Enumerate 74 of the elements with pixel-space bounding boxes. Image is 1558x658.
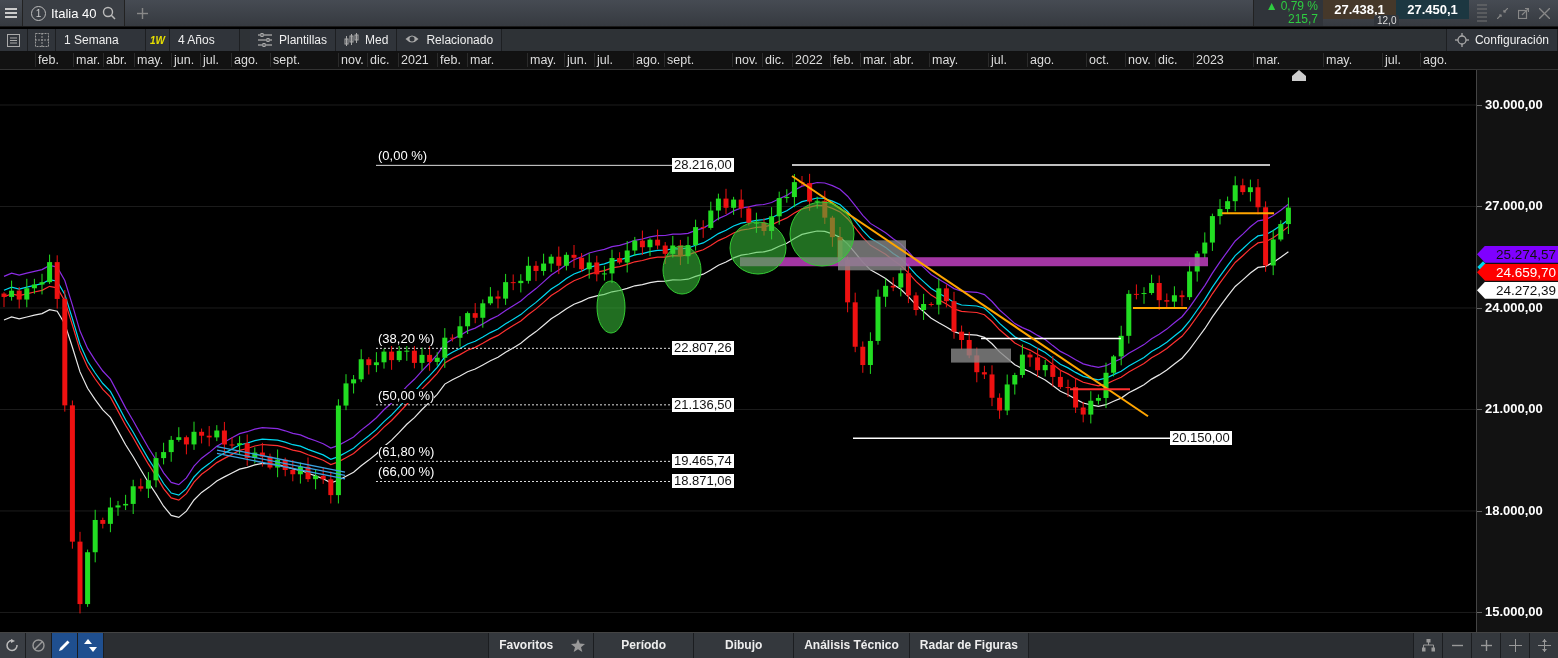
time-axis-label: sept. bbox=[270, 53, 301, 68]
time-axis-label: 2022 bbox=[792, 53, 823, 68]
price-label: 18.871,06 bbox=[672, 474, 734, 489]
time-axis-label: ago. bbox=[633, 53, 661, 68]
menu-button[interactable]: Favoritos bbox=[488, 632, 564, 658]
time-axis-label: jul. bbox=[594, 53, 613, 68]
time-axis-label: feb. bbox=[830, 53, 854, 68]
fibonacci-label: (61,80 %) bbox=[378, 445, 435, 460]
time-axis-label: dic. bbox=[367, 53, 390, 68]
menu-button[interactable]: Período bbox=[593, 632, 694, 658]
time-axis-label: abr. bbox=[890, 53, 914, 68]
price-axis-label: 27.000,00 bbox=[1485, 198, 1543, 214]
price-label: 22.807,26 bbox=[672, 341, 734, 356]
fibonacci-label: (0,00 %) bbox=[378, 149, 428, 164]
price-tag: 24.659,70 bbox=[1477, 263, 1558, 281]
change-percent: 0,79 % bbox=[1280, 0, 1318, 13]
price-axis-label: 30.000,00 bbox=[1485, 96, 1543, 112]
time-axis-label: mar. bbox=[73, 53, 101, 68]
time-axis-label: feb. bbox=[35, 53, 59, 68]
time-axis-label: ago. bbox=[231, 53, 259, 68]
fibonacci-label: (66,00 %) bbox=[378, 465, 435, 480]
menu-button[interactable]: Dibujo bbox=[693, 632, 794, 658]
indicators-button[interactable]: Med bbox=[336, 29, 398, 52]
time-axis-label: jun. bbox=[171, 53, 195, 68]
price-axis-label: 18.000,00 bbox=[1485, 502, 1543, 518]
fibonacci-label: (50,00 %) bbox=[378, 388, 435, 403]
menu-button[interactable]: Radar de Figuras bbox=[908, 632, 1029, 658]
time-axis-label: ago. bbox=[1027, 53, 1055, 68]
time-axis-label: may. bbox=[1323, 53, 1353, 68]
price-axis-label: 15.000,00 bbox=[1485, 604, 1543, 620]
time-axis-label: may. bbox=[134, 53, 164, 68]
interval-dropdown[interactable]: 1 Semana bbox=[56, 29, 146, 52]
time-axis-label: jul. bbox=[1382, 53, 1401, 68]
price-tag: 24.272,39 bbox=[1477, 281, 1558, 299]
templates-button[interactable]: Plantillas bbox=[250, 29, 337, 52]
time-axis-label: mar. bbox=[467, 53, 495, 68]
time-axis-label: nov. bbox=[338, 53, 364, 68]
time-axis-label: may. bbox=[929, 53, 959, 68]
price-label: 21.136,50 bbox=[672, 397, 734, 412]
price-tag: 25.274,57 bbox=[1477, 245, 1558, 263]
time-axis-label: nov. bbox=[1125, 53, 1151, 68]
spread-badge: 12,0 bbox=[1374, 15, 1400, 26]
time-axis-label: may. bbox=[527, 53, 557, 68]
related-button[interactable]: Relacionado bbox=[397, 29, 503, 52]
menu-button[interactable]: Análisis Técnico bbox=[793, 632, 909, 658]
settings-button[interactable]: Configuración bbox=[1445, 29, 1558, 52]
change-points: 215,7 bbox=[1287, 13, 1318, 26]
time-axis-label: dic. bbox=[1155, 53, 1178, 68]
price-label: 28.216,00 bbox=[672, 158, 734, 173]
time-axis-label: nov. bbox=[732, 53, 758, 68]
buy-price[interactable]: 27.450,1 bbox=[1396, 0, 1469, 19]
time-axis-label: 2021 bbox=[398, 53, 429, 68]
time-axis-label: 2023 bbox=[1193, 53, 1224, 68]
time-axis-label: sept. bbox=[664, 53, 695, 68]
up-arrow-icon: ▲ bbox=[1265, 0, 1278, 13]
interval-badge: 1W bbox=[146, 29, 170, 52]
instrument-tab[interactable]: 1 Italia 40 bbox=[23, 0, 125, 26]
tab-label: Italia 40 bbox=[51, 5, 97, 21]
time-axis-label: ago. bbox=[1420, 53, 1448, 68]
fibonacci-label: (38,20 %) bbox=[378, 332, 435, 347]
time-axis-label: jul. bbox=[988, 53, 1007, 68]
time-axis-label: mar. bbox=[860, 53, 888, 68]
time-axis-label: mar. bbox=[1253, 53, 1281, 68]
time-axis-label: oct. bbox=[1086, 53, 1110, 68]
time-axis-label: abr. bbox=[103, 53, 127, 68]
price-label: 19.465,74 bbox=[672, 454, 734, 469]
time-axis-label: dic. bbox=[762, 53, 785, 68]
price-axis-label: 24.000,00 bbox=[1485, 299, 1543, 315]
time-axis-label: jun. bbox=[564, 53, 588, 68]
time-axis-label: jul. bbox=[200, 53, 219, 68]
time-axis-label: feb. bbox=[437, 53, 461, 68]
price-axis-label: 21.000,00 bbox=[1485, 401, 1543, 417]
range-dropdown[interactable]: 4 Años bbox=[170, 29, 240, 52]
price-label: 20.150,00 bbox=[1170, 431, 1232, 445]
